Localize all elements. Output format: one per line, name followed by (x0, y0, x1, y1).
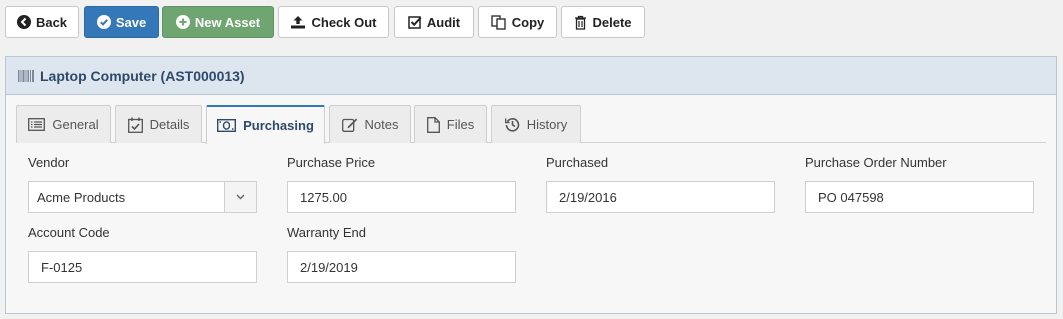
tab-history-label: History (526, 117, 568, 132)
tab-purchasing[interactable]: Purchasing (206, 105, 325, 144)
new-asset-button-label: New Asset (194, 14, 261, 30)
check-out-button-label: Check Out (311, 14, 377, 30)
check-out-button[interactable]: Check Out (278, 6, 389, 38)
checkbox-checked-icon (408, 16, 422, 29)
upload-icon (291, 16, 306, 29)
history-icon (504, 118, 520, 132)
purchased-date-input[interactable] (546, 181, 775, 213)
chevron-down-icon[interactable] (224, 182, 256, 212)
tab-files[interactable]: Files (414, 105, 487, 143)
tab-purchasing-label: Purchasing (243, 118, 314, 133)
tab-details[interactable]: Details (115, 105, 202, 143)
copy-button[interactable]: Copy (478, 6, 557, 38)
asset-panel: Laptop Computer (AST000013) General Deta… (5, 56, 1057, 314)
vendor-value: Acme Products (37, 189, 126, 205)
copy-button-label: Copy (511, 14, 545, 30)
warranty-end-field: Warranty End (287, 225, 516, 283)
audit-button-label: Audit (426, 14, 461, 30)
file-icon (426, 116, 440, 133)
delete-button-label: Delete (592, 14, 632, 30)
vendor-label: Vendor (28, 155, 70, 170)
purchase-price-input[interactable] (287, 181, 516, 213)
account-code-label: Account Code (28, 225, 110, 240)
tab-general-label: General (52, 117, 99, 132)
check-circle-icon (96, 15, 111, 29)
account-code-input[interactable] (28, 251, 257, 283)
warranty-end-label: Warranty End (287, 225, 366, 240)
vendor-select[interactable]: Acme Products (28, 181, 257, 213)
warranty-end-input[interactable] (287, 251, 516, 283)
vendor-field: Vendor Acme Products (28, 155, 257, 213)
copy-icon (491, 14, 506, 30)
barcode-icon (18, 69, 34, 82)
purchased-field: Purchased (546, 155, 775, 213)
calendar-check-icon (127, 117, 143, 133)
back-button-label: Back (35, 14, 68, 30)
plus-circle-icon (175, 15, 190, 29)
po-number-field: Purchase Order Number (805, 155, 1034, 213)
new-asset-button[interactable]: New Asset (162, 6, 274, 38)
tab-bar: General Details Purchasing Notes Files H… (16, 105, 1046, 144)
trash-icon (575, 15, 587, 30)
audit-button[interactable]: Audit (394, 6, 474, 38)
po-number-label: Purchase Order Number (805, 155, 947, 170)
save-button-label: Save (115, 14, 147, 30)
tab-notes[interactable]: Notes (329, 105, 411, 143)
tab-history[interactable]: History (491, 105, 581, 143)
arrow-left-circle-icon (16, 15, 31, 29)
tab-general[interactable]: General (16, 105, 111, 143)
page-title: Laptop Computer (AST000013) (40, 67, 245, 84)
account-code-field: Account Code (28, 225, 257, 283)
panel-header: Laptop Computer (AST000013) (6, 57, 1056, 95)
back-button[interactable]: Back (5, 6, 79, 38)
purchase-price-label: Purchase Price (287, 155, 376, 170)
tab-details-label: Details (149, 117, 190, 132)
money-icon (217, 119, 237, 132)
list-icon (28, 118, 46, 131)
purchase-price-field: Purchase Price (287, 155, 516, 213)
tab-files-label: Files (446, 117, 475, 132)
purchased-label: Purchased (546, 155, 609, 170)
delete-button[interactable]: Delete (561, 6, 645, 38)
save-button[interactable]: Save (84, 6, 159, 38)
edit-icon (341, 118, 357, 132)
tab-notes-label: Notes (364, 117, 399, 132)
po-number-input[interactable] (805, 181, 1034, 213)
